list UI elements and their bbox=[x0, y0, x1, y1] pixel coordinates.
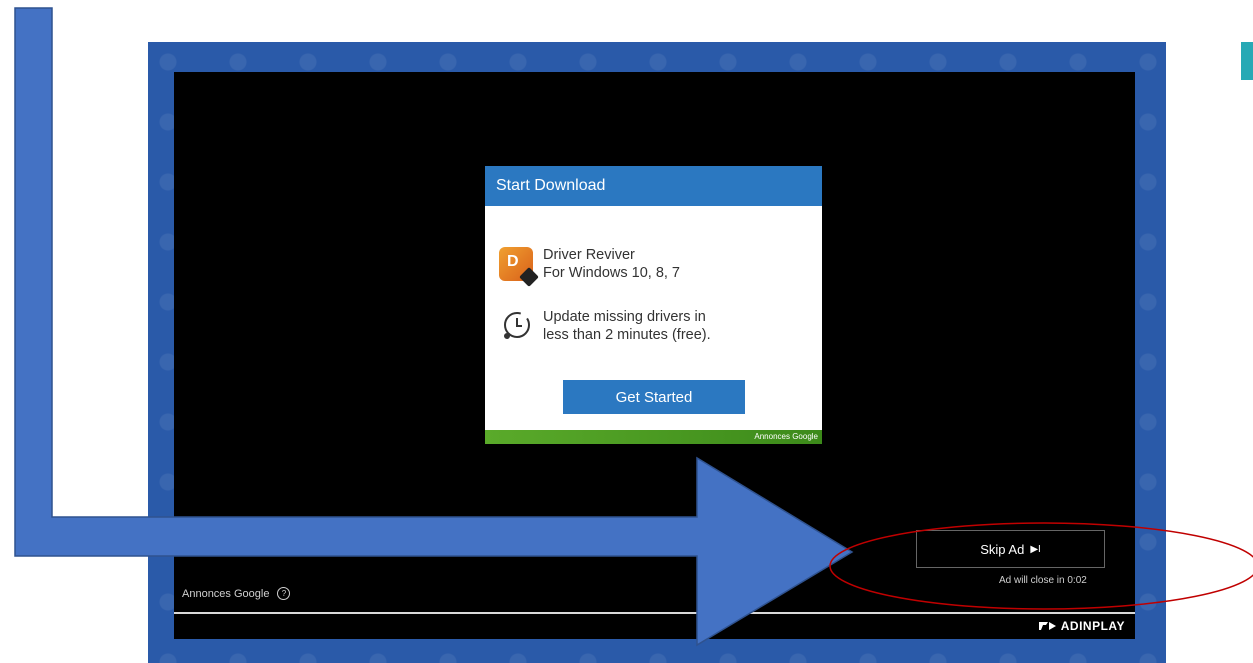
ad-dialog: Start Download D Driver Reviver For Wind… bbox=[485, 166, 822, 444]
ad-close-countdown: Ad will close in 0:02 bbox=[999, 575, 1087, 586]
app-platforms: For Windows 10, 8, 7 bbox=[543, 265, 680, 281]
description-text: Update missing drivers in less than 2 mi… bbox=[543, 308, 711, 344]
app-icon-letter: D bbox=[507, 253, 519, 270]
progress-bar[interactable] bbox=[174, 612, 1135, 614]
adinplay-brand[interactable]: ADINPLAY bbox=[1038, 619, 1125, 633]
help-icon[interactable]: ? bbox=[277, 587, 291, 600]
adinplay-brand-text: ADINPLAY bbox=[1060, 619, 1125, 633]
app-info-row: D Driver Reviver For Windows 10, 8, 7 bbox=[499, 246, 680, 282]
annonces-label-text: Annonces Google bbox=[182, 587, 270, 600]
description-line-2: less than 2 minutes (free). bbox=[543, 327, 711, 343]
get-started-button[interactable]: Get Started bbox=[563, 380, 745, 414]
ad-footer: Annonces Google bbox=[485, 430, 822, 444]
description-row: Update missing drivers in less than 2 mi… bbox=[499, 308, 711, 344]
ad-header: Start Download bbox=[485, 166, 822, 206]
skip-ad-button[interactable]: Skip Ad ▶I bbox=[916, 530, 1105, 568]
annonces-label: Annonces Google ? bbox=[182, 587, 291, 600]
description-line-1: Update missing drivers in bbox=[543, 309, 706, 325]
app-name: Driver Reviver bbox=[543, 247, 635, 263]
skip-ad-label: Skip Ad bbox=[980, 541, 1025, 557]
teal-corner-tab bbox=[1241, 42, 1253, 80]
app-info-text: Driver Reviver For Windows 10, 8, 7 bbox=[543, 246, 680, 282]
adinplay-logo-icon bbox=[1038, 622, 1056, 630]
skip-icon: ▶I bbox=[1030, 543, 1041, 555]
clock-icon bbox=[504, 312, 530, 339]
driver-reviver-app-icon: D bbox=[499, 247, 533, 281]
